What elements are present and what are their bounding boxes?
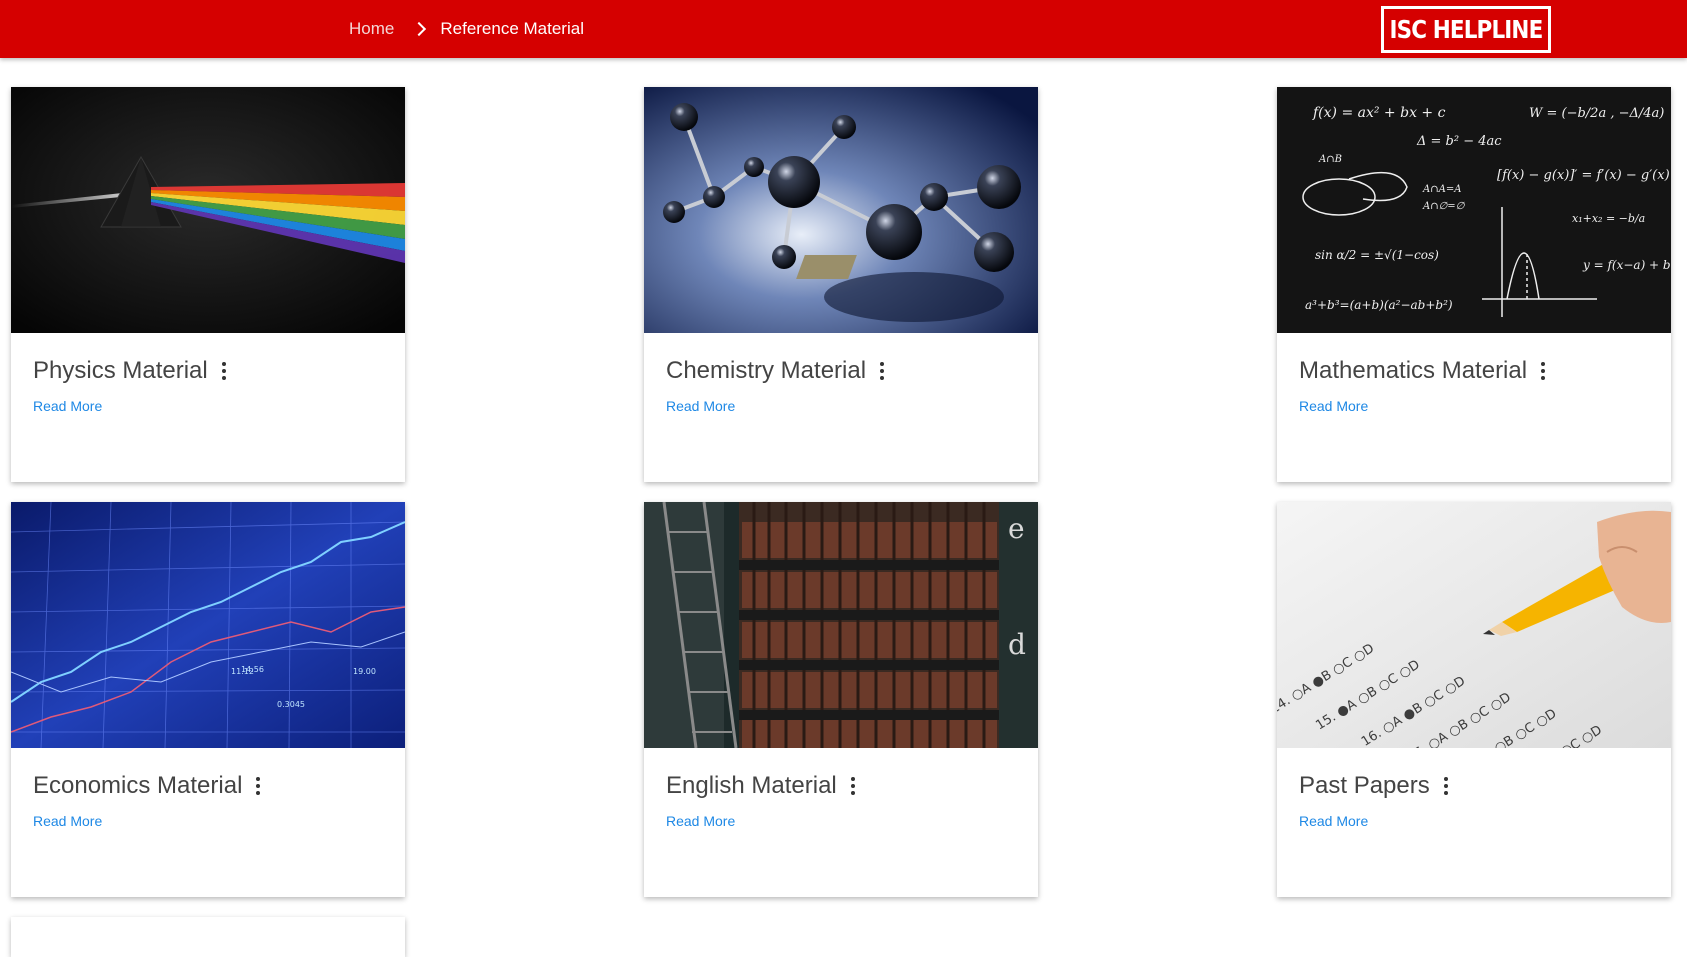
chalk-equation: x₁+x₂ = −b/a: [1572, 212, 1645, 225]
card-title-row: Past Papers: [1299, 772, 1450, 800]
card-image-english[interactable]: e d: [644, 502, 1038, 748]
card-image-past-papers[interactable]: 14. ○A ●B ○C ○D 15. ●A ○B ○C ○D 16. ○A ●…: [1277, 502, 1671, 748]
card-chemistry: Chemistry Material Read More: [644, 87, 1038, 482]
read-more-link[interactable]: Read More: [1299, 813, 1368, 829]
read-more-link[interactable]: Read More: [33, 813, 102, 829]
card-economics: 14.56 19.00 0.3045 11.12 Economics Mater…: [11, 502, 405, 897]
read-more-link[interactable]: Read More: [666, 398, 735, 414]
breadcrumb: Home Reference Material: [349, 0, 584, 58]
card-image-economics[interactable]: 14.56 19.00 0.3045 11.12: [11, 502, 405, 748]
card-title-row: Mathematics Material: [1299, 357, 1547, 385]
card-title-row: Physics Material: [33, 357, 228, 385]
card-title: Past Papers: [1299, 772, 1430, 799]
card-title: Mathematics Material: [1299, 357, 1528, 384]
more-vert-icon[interactable]: [880, 360, 886, 382]
more-vert-icon[interactable]: [256, 775, 262, 797]
chalk-equation: W = (−b/2a , −Δ/4a): [1529, 106, 1664, 121]
chalk-equation: A∩∅=∅: [1422, 201, 1466, 212]
card-image-physics[interactable]: [11, 87, 405, 333]
more-vert-icon[interactable]: [1541, 360, 1547, 382]
card-image-mathematics[interactable]: f(x) = ax² + bx + c Δ = b² − 4ac W = (−b…: [1277, 87, 1671, 333]
site-logo[interactable]: ISC HELPLINE: [1381, 6, 1551, 53]
read-more-link[interactable]: Read More: [33, 398, 102, 414]
card-partial: [11, 917, 405, 957]
card-past-papers: 14. ○A ●B ○C ○D 15. ●A ○B ○C ○D 16. ○A ●…: [1277, 502, 1671, 897]
more-vert-icon[interactable]: [1443, 775, 1450, 797]
card-english: e d English Material Read More: [644, 502, 1038, 897]
card-title-row: Chemistry Material: [666, 357, 886, 385]
book-spine-letter: e: [1008, 512, 1025, 545]
chart-value-label: 19.00: [353, 667, 376, 676]
read-more-link[interactable]: Read More: [1299, 398, 1368, 414]
library-bookshelf-image: e d: [644, 502, 1038, 748]
card-title-row: English Material: [666, 772, 857, 800]
chalk-equation: y = f(x−a) + b: [1582, 258, 1671, 272]
answer-sheet-pencil-image: 14. ○A ●B ○C ○D 15. ●A ○B ○C ○D 16. ○A ●…: [1277, 502, 1671, 748]
prism-rainbow-image: [11, 87, 405, 333]
chalk-equation: [f(x) − g(x)]′ = f′(x) − g′(x): [1497, 168, 1670, 183]
chalk-equation: A∩B: [1318, 154, 1342, 165]
more-vert-icon[interactable]: [850, 775, 857, 797]
chalk-equation: a³+b³=(a+b)(a²−ab+b²): [1305, 298, 1453, 312]
chart-value-label: 11.12: [231, 667, 254, 676]
molecule-model-image: [644, 87, 1038, 333]
more-vert-icon[interactable]: [221, 360, 228, 382]
card-title: Physics Material: [33, 357, 208, 384]
chalk-equation: A∩A=A: [1422, 184, 1461, 195]
card-title: Chemistry Material: [666, 357, 867, 384]
chalkboard-equations-image: f(x) = ax² + bx + c Δ = b² − 4ac W = (−b…: [1277, 87, 1671, 333]
stock-chart-image: 14.56 19.00 0.3045 11.12: [11, 502, 405, 748]
top-app-bar: Home Reference Material ISC HELPLINE: [0, 0, 1687, 58]
logo-text: ISC HELPLINE: [1389, 15, 1544, 44]
chalk-equation: sin α/2 = ±√(1−cos): [1315, 248, 1439, 262]
card-title: English Material: [666, 772, 837, 799]
breadcrumb-current: Reference Material: [440, 19, 584, 38]
card-title: Economics Material: [33, 772, 243, 799]
breadcrumb-home-link[interactable]: Home: [349, 19, 394, 39]
chart-value-label: 0.3045: [277, 700, 305, 709]
card-image-chemistry[interactable]: [644, 87, 1038, 333]
card-title-row: Economics Material: [33, 772, 262, 800]
card-mathematics: f(x) = ax² + bx + c Δ = b² − 4ac W = (−b…: [1277, 87, 1671, 482]
read-more-link[interactable]: Read More: [666, 813, 735, 829]
chevron-right-icon: [412, 21, 427, 37]
card-physics: Physics Material Read More: [11, 87, 405, 482]
chalk-equation: f(x) = ax² + bx + c: [1312, 105, 1446, 121]
chalk-equation: Δ = b² − 4ac: [1416, 134, 1502, 149]
book-spine-letter: d: [1008, 628, 1026, 661]
